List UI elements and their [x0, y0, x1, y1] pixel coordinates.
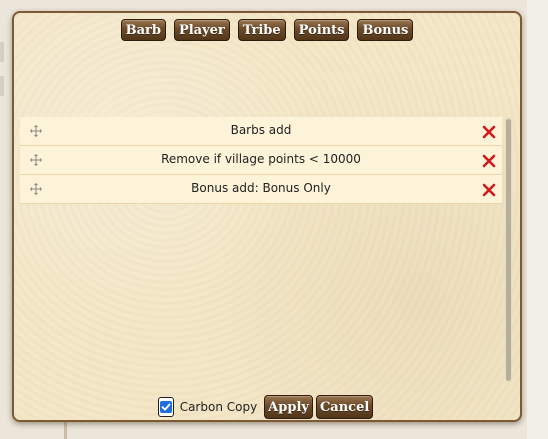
filter-label: Remove if village points < 10000 — [161, 152, 361, 166]
apply-button[interactable]: Apply — [264, 395, 313, 419]
filter-list: Barbs add Remove if village points < 100… — [20, 117, 502, 204]
player-button[interactable]: Player — [173, 19, 230, 41]
filter-dialog: Barb Player Tribe Points Bonus Barbs add — [12, 11, 522, 422]
bonus-button[interactable]: Bonus — [357, 19, 414, 41]
tribe-button[interactable]: Tribe — [237, 19, 286, 41]
carbon-copy-label: Carbon Copy — [179, 400, 258, 414]
drag-handle-icon[interactable] — [30, 125, 42, 137]
scrollbar-thumb[interactable] — [506, 119, 511, 381]
filter-label: Bonus add: Bonus Only — [191, 181, 331, 195]
checkmark-icon — [161, 403, 171, 411]
filter-row[interactable]: Remove if village points < 10000 — [20, 146, 502, 175]
cancel-button[interactable]: Cancel — [315, 395, 374, 419]
background-edge-mark — [0, 42, 4, 62]
remove-x-icon[interactable] — [482, 124, 496, 139]
carbon-copy-checkbox[interactable] — [157, 397, 174, 417]
list-scrollbar[interactable] — [505, 117, 512, 383]
filter-row[interactable]: Bonus add: Bonus Only — [20, 175, 502, 204]
drag-handle-icon[interactable] — [30, 183, 42, 195]
background-edge-mark — [0, 76, 4, 96]
points-button[interactable]: Points — [293, 19, 350, 41]
filter-row[interactable]: Barbs add — [20, 117, 502, 146]
remove-x-icon[interactable] — [482, 153, 496, 168]
filter-type-toolbar: Barb Player Tribe Points Bonus — [14, 19, 520, 43]
filter-list-area: Barbs add Remove if village points < 100… — [20, 117, 514, 383]
background-strip — [64, 420, 67, 439]
barb-button[interactable]: Barb — [120, 19, 166, 41]
checkbox-checked-indicator — [159, 401, 172, 413]
filter-label: Barbs add — [230, 123, 292, 137]
drag-handle-icon[interactable] — [30, 154, 42, 166]
remove-x-icon[interactable] — [482, 182, 496, 197]
dialog-footer: Carbon Copy Apply Cancel — [14, 395, 520, 419]
background-right-panel — [527, 0, 548, 439]
